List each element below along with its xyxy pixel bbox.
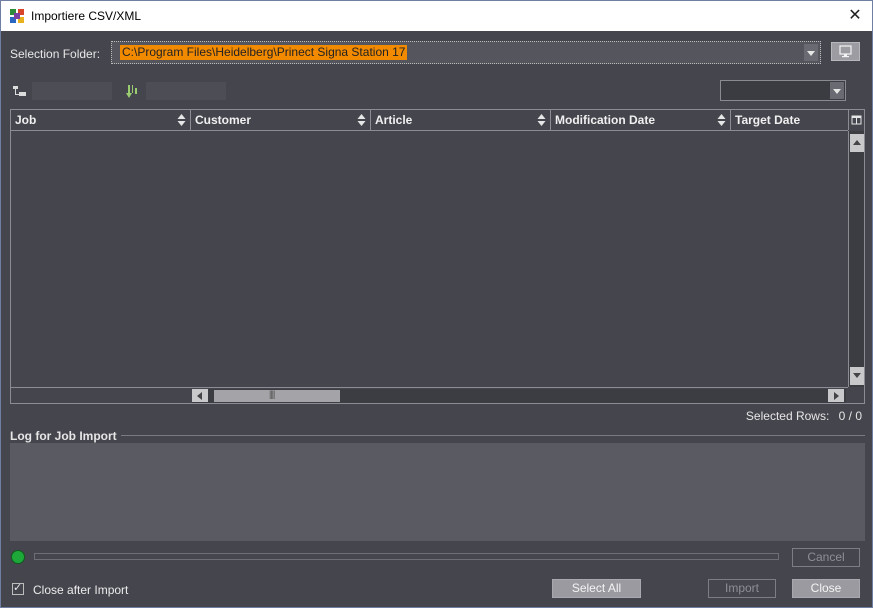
divider bbox=[121, 435, 865, 436]
column-header-customer[interactable]: Customer bbox=[191, 110, 371, 130]
scroll-right-icon[interactable] bbox=[828, 389, 844, 402]
column-header-article[interactable]: Article bbox=[371, 110, 551, 130]
import-dialog: Importiere CSV/XML ✕ Selection Folder: C… bbox=[0, 0, 873, 608]
column-header-target-date[interactable]: Target Date bbox=[731, 110, 848, 130]
import-down-arrow-icon[interactable] bbox=[126, 84, 142, 98]
column-label: Modification Date bbox=[555, 113, 656, 127]
selected-rows-label: Selected Rows: bbox=[745, 409, 830, 423]
column-chooser-button[interactable] bbox=[848, 110, 864, 130]
status-led-icon bbox=[11, 550, 25, 564]
selection-folder-dropdown[interactable]: C:\Program Files\Heidelberg\Prinect Sign… bbox=[111, 41, 821, 64]
network-folder-button[interactable] bbox=[831, 42, 860, 61]
selected-rows-value: 0 / 0 bbox=[838, 409, 862, 423]
filter-field-1[interactable] bbox=[32, 82, 112, 100]
monitor-icon bbox=[839, 45, 852, 58]
close-after-import-label[interactable]: Close after Import bbox=[33, 583, 128, 597]
vertical-scrollbar[interactable] bbox=[848, 131, 864, 387]
table-header: Job Customer Article Modification Date T… bbox=[11, 110, 848, 131]
column-label: Article bbox=[375, 113, 413, 127]
app-icon bbox=[10, 9, 24, 23]
column-label: Job bbox=[15, 113, 37, 127]
scroll-thumb[interactable] bbox=[214, 389, 340, 402]
import-button[interactable]: Import bbox=[708, 579, 776, 598]
chevron-down-icon[interactable] bbox=[804, 44, 818, 61]
import-progress-bar bbox=[34, 553, 779, 560]
scroll-down-icon[interactable] bbox=[850, 367, 864, 385]
column-header-job[interactable]: Job bbox=[11, 110, 191, 130]
jobs-table: Job Customer Article Modification Date T… bbox=[10, 109, 865, 404]
selection-folder-value: C:\Program Files\Heidelberg\Prinect Sign… bbox=[120, 45, 408, 60]
scroll-up-icon[interactable] bbox=[850, 134, 864, 152]
column-label: Customer bbox=[195, 113, 252, 127]
sort-icon[interactable] bbox=[537, 113, 546, 127]
column-header-modification-date[interactable]: Modification Date bbox=[551, 110, 731, 130]
cancel-button[interactable]: Cancel bbox=[792, 548, 860, 567]
view-dropdown[interactable] bbox=[720, 80, 846, 101]
sort-icon[interactable] bbox=[177, 113, 186, 127]
tree-view-icon[interactable] bbox=[12, 85, 28, 99]
sort-icon[interactable] bbox=[717, 113, 726, 127]
log-section-title: Log for Job Import bbox=[10, 429, 117, 443]
filter-field-2[interactable] bbox=[146, 82, 226, 100]
selection-folder-label: Selection Folder: bbox=[10, 47, 101, 61]
close-button[interactable]: Close bbox=[792, 579, 860, 598]
close-after-import-checkbox[interactable] bbox=[12, 581, 24, 595]
select-all-button[interactable]: Select All bbox=[552, 579, 641, 598]
window-title: Importiere CSV/XML bbox=[31, 9, 142, 23]
title-bar: Importiere CSV/XML ✕ bbox=[1, 1, 872, 31]
sort-icon[interactable] bbox=[357, 113, 366, 127]
horizontal-scrollbar[interactable] bbox=[11, 387, 848, 403]
close-window-icon[interactable]: ✕ bbox=[844, 5, 866, 27]
chevron-down-icon[interactable] bbox=[830, 82, 844, 99]
selected-rows-status: Selected Rows: 0 / 0 bbox=[746, 409, 862, 423]
column-label: Target Date bbox=[735, 113, 801, 127]
column-chooser-icon bbox=[851, 115, 862, 125]
scroll-left-icon[interactable] bbox=[192, 389, 208, 402]
log-text-area[interactable] bbox=[10, 443, 865, 541]
